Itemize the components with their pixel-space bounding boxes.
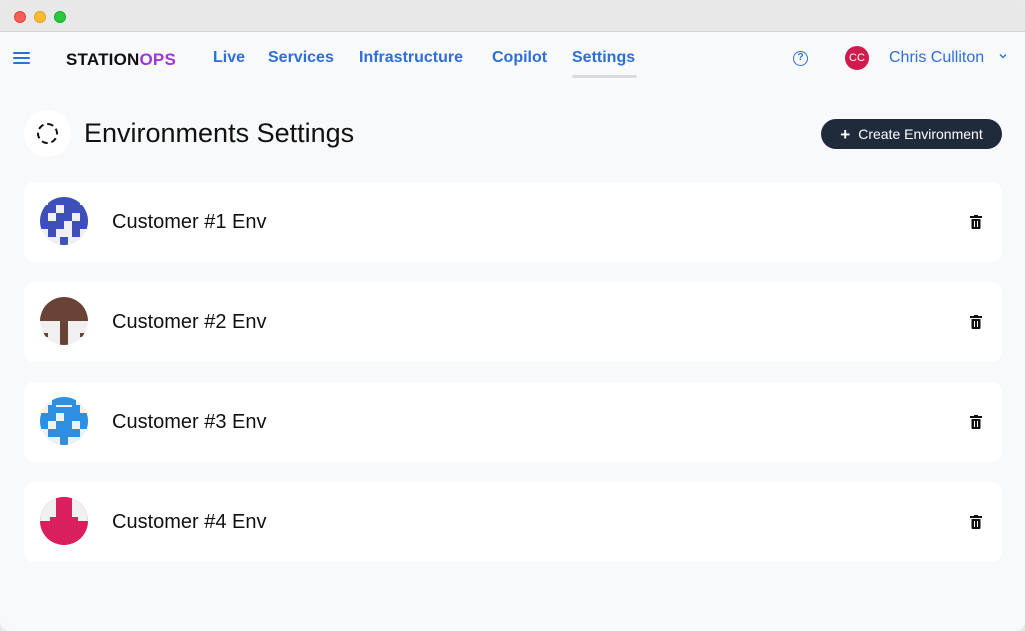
minimize-window-button[interactable] (34, 11, 46, 23)
top-navbar: STATIONOPS Live Services Infrastructure … (0, 32, 1025, 84)
page-title: Environments Settings (84, 118, 355, 148)
trash-icon[interactable] (970, 415, 982, 429)
plus-icon: + (840, 124, 851, 144)
environment-card[interactable]: Customer #2 Env (24, 282, 1002, 362)
environment-card[interactable]: Customer #3 Env (24, 382, 1002, 462)
environment-avatar (40, 297, 88, 345)
nav-live[interactable]: Live (213, 49, 245, 67)
nav-settings[interactable]: Settings (572, 49, 635, 67)
user-avatar[interactable]: CC (845, 46, 869, 70)
environment-name: Customer #4 Env (112, 511, 267, 533)
active-tab-indicator (572, 75, 637, 78)
trash-icon[interactable] (970, 215, 982, 229)
environment-name: Customer #3 Env (112, 411, 267, 433)
create-environment-button[interactable]: + Create Environment (821, 119, 1002, 149)
nav-services[interactable]: Services (268, 49, 334, 67)
environment-name: Customer #2 Env (112, 311, 267, 333)
window-titlebar (0, 0, 1025, 32)
trash-icon[interactable] (970, 515, 982, 529)
environment-card[interactable]: Customer #4 Env (24, 482, 1002, 562)
app-logo[interactable]: STATIONOPS (66, 50, 176, 70)
app-window: STATIONOPS Live Services Infrastructure … (0, 0, 1025, 631)
hamburger-menu-icon[interactable] (13, 52, 30, 65)
nav-copilot[interactable]: Copilot (492, 49, 547, 67)
close-window-button[interactable] (14, 11, 26, 23)
environment-avatar (40, 397, 88, 445)
dashed-circle-icon (37, 123, 58, 144)
create-environment-label: Create Environment (858, 126, 983, 142)
environment-avatar (40, 197, 88, 245)
page-title-icon-wrapper (24, 110, 71, 157)
user-name[interactable]: Chris Culliton (889, 49, 984, 67)
nav-infrastructure[interactable]: Infrastructure (359, 49, 463, 67)
environment-name: Customer #1 Env (112, 211, 267, 233)
logo-station: STATION (66, 50, 140, 69)
trash-icon[interactable] (970, 315, 982, 329)
maximize-window-button[interactable] (54, 11, 66, 23)
environment-card[interactable]: Customer #1 Env (24, 182, 1002, 262)
chevron-down-icon[interactable] (999, 52, 1007, 60)
environment-avatar (40, 497, 88, 545)
logo-ops: OPS (139, 50, 176, 69)
question-circle-icon[interactable]: ? (793, 51, 808, 66)
